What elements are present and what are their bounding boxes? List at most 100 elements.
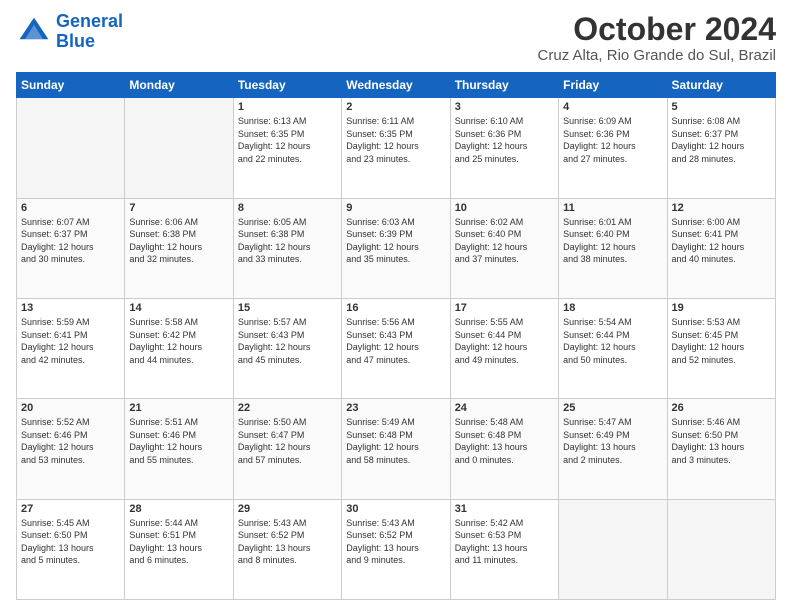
day-number: 4 (563, 101, 662, 113)
calendar-cell: 4 Sunrise: 6:09 AM Sunset: 6:36 PM Daylig… (559, 98, 667, 198)
calendar-cell: 12 Sunrise: 6:00 AM Sunset: 6:41 PM Dayli… (667, 198, 775, 298)
day-info: Sunrise: 6:06 AM Sunset: 6:38 PM Dayligh… (129, 216, 228, 266)
day-number: 16 (346, 302, 445, 314)
calendar-cell: 13 Sunrise: 5:59 AM Sunset: 6:41 PM Dayli… (17, 298, 125, 398)
logo: General Blue (16, 12, 123, 52)
calendar-cell: 27 Sunrise: 5:45 AM Sunset: 6:50 PM Dayli… (17, 499, 125, 599)
calendar-subtitle: Cruz Alta, Rio Grande do Sul, Brazil (538, 47, 776, 64)
calendar-cell: 19 Sunrise: 5:53 AM Sunset: 6:45 PM Dayli… (667, 298, 775, 398)
day-number: 9 (346, 202, 445, 214)
day-header-sunday: Sunday (17, 73, 125, 98)
day-info: Sunrise: 5:44 AM Sunset: 6:51 PM Dayligh… (129, 517, 228, 567)
day-info: Sunrise: 5:57 AM Sunset: 6:43 PM Dayligh… (238, 316, 337, 366)
logo-line2: Blue (56, 31, 95, 51)
calendar-cell: 28Sunrise: 5:44 AM Sunset: 6:51 PM Dayli… (125, 499, 233, 599)
day-info: Sunrise: 5:56 AM Sunset: 6:43 PM Dayligh… (346, 316, 445, 366)
day-info: Sunrise: 5:49 AM Sunset: 6:48 PM Dayligh… (346, 416, 445, 466)
day-info: Sunrise: 5:43 AM Sunset: 6:52 PM Dayligh… (346, 517, 445, 567)
day-number: 10 (455, 202, 554, 214)
day-info: Sunrise: 5:50 AM Sunset: 6:47 PM Dayligh… (238, 416, 337, 466)
calendar-cell: 15 Sunrise: 5:57 AM Sunset: 6:43 PM Dayli… (233, 298, 341, 398)
day-info: Sunrise: 6:11 AM Sunset: 6:35 PM Dayligh… (346, 115, 445, 165)
day-number: 20 (21, 402, 120, 414)
calendar-cell: 30 Sunrise: 5:43 AM Sunset: 6:52 PM Dayli… (342, 499, 450, 599)
title-block: October 2024 Cruz Alta, Rio Grande do Su… (538, 12, 776, 64)
calendar-cell: 20 Sunrise: 5:52 AM Sunset: 6:46 PM Dayli… (17, 399, 125, 499)
day-number: 17 (455, 302, 554, 314)
calendar-body: 1Sunrise: 6:13 AM Sunset: 6:35 PM Daylig… (17, 98, 776, 600)
calendar-title: October 2024 (538, 12, 776, 47)
day-number: 18 (563, 302, 662, 314)
calendar-cell: 11 Sunrise: 6:01 AM Sunset: 6:40 PM Dayli… (559, 198, 667, 298)
day-info: Sunrise: 6:05 AM Sunset: 6:38 PM Dayligh… (238, 216, 337, 266)
day-info: Sunrise: 6:00 AM Sunset: 6:41 PM Dayligh… (672, 216, 771, 266)
day-number: 2 (346, 101, 445, 113)
calendar-table: SundayMondayTuesdayWednesdayThursdayFrid… (16, 72, 776, 600)
day-info: Sunrise: 5:58 AM Sunset: 6:42 PM Dayligh… (129, 316, 228, 366)
day-number: 11 (563, 202, 662, 214)
calendar-cell: 17 Sunrise: 5:55 AM Sunset: 6:44 PM Dayli… (450, 298, 558, 398)
calendar-cell: 1Sunrise: 6:13 AM Sunset: 6:35 PM Daylig… (233, 98, 341, 198)
day-header-friday: Friday (559, 73, 667, 98)
calendar-cell: 31Sunrise: 5:42 AM Sunset: 6:53 PM Dayli… (450, 499, 558, 599)
calendar-cell (125, 98, 233, 198)
calendar-cell: 10Sunrise: 6:02 AM Sunset: 6:40 PM Dayli… (450, 198, 558, 298)
calendar-header: SundayMondayTuesdayWednesdayThursdayFrid… (17, 73, 776, 98)
day-info: Sunrise: 5:55 AM Sunset: 6:44 PM Dayligh… (455, 316, 554, 366)
day-number: 31 (455, 503, 554, 515)
day-number: 23 (346, 402, 445, 414)
day-number: 1 (238, 101, 337, 113)
day-number: 3 (455, 101, 554, 113)
day-number: 7 (129, 202, 228, 214)
day-info: Sunrise: 5:54 AM Sunset: 6:44 PM Dayligh… (563, 316, 662, 366)
day-info: Sunrise: 5:52 AM Sunset: 6:46 PM Dayligh… (21, 416, 120, 466)
day-info: Sunrise: 5:45 AM Sunset: 6:50 PM Dayligh… (21, 517, 120, 567)
day-number: 12 (672, 202, 771, 214)
week-row-2: 13 Sunrise: 5:59 AM Sunset: 6:41 PM Dayli… (17, 298, 776, 398)
day-info: Sunrise: 5:59 AM Sunset: 6:41 PM Dayligh… (21, 316, 120, 366)
day-info: Sunrise: 5:47 AM Sunset: 6:49 PM Dayligh… (563, 416, 662, 466)
day-number: 22 (238, 402, 337, 414)
calendar-cell: 26Sunrise: 5:46 AM Sunset: 6:50 PM Dayli… (667, 399, 775, 499)
calendar-cell: 3 Sunrise: 6:10 AM Sunset: 6:36 PM Daylig… (450, 98, 558, 198)
calendar-cell: 25Sunrise: 5:47 AM Sunset: 6:49 PM Dayli… (559, 399, 667, 499)
day-number: 15 (238, 302, 337, 314)
day-header-saturday: Saturday (667, 73, 775, 98)
day-info: Sunrise: 6:10 AM Sunset: 6:36 PM Dayligh… (455, 115, 554, 165)
day-number: 27 (21, 503, 120, 515)
calendar-cell: 21Sunrise: 5:51 AM Sunset: 6:46 PM Dayli… (125, 399, 233, 499)
week-row-4: 27 Sunrise: 5:45 AM Sunset: 6:50 PM Dayli… (17, 499, 776, 599)
header: General Blue October 2024 Cruz Alta, Rio… (16, 12, 776, 64)
calendar-cell: 5 Sunrise: 6:08 AM Sunset: 6:37 PM Daylig… (667, 98, 775, 198)
day-info: Sunrise: 5:48 AM Sunset: 6:48 PM Dayligh… (455, 416, 554, 466)
day-info: Sunrise: 6:09 AM Sunset: 6:36 PM Dayligh… (563, 115, 662, 165)
calendar-cell (17, 98, 125, 198)
day-number: 13 (21, 302, 120, 314)
calendar-cell (559, 499, 667, 599)
logo-icon (16, 14, 52, 50)
calendar-cell: 24 Sunrise: 5:48 AM Sunset: 6:48 PM Dayli… (450, 399, 558, 499)
page: General Blue October 2024 Cruz Alta, Rio… (0, 0, 792, 612)
calendar-cell: 22 Sunrise: 5:50 AM Sunset: 6:47 PM Dayli… (233, 399, 341, 499)
day-info: Sunrise: 5:43 AM Sunset: 6:52 PM Dayligh… (238, 517, 337, 567)
calendar-cell: 6Sunrise: 6:07 AM Sunset: 6:37 PM Daylig… (17, 198, 125, 298)
calendar-cell: 23 Sunrise: 5:49 AM Sunset: 6:48 PM Dayli… (342, 399, 450, 499)
logo-text: General Blue (56, 12, 123, 52)
day-number: 19 (672, 302, 771, 314)
day-number: 21 (129, 402, 228, 414)
week-row-3: 20 Sunrise: 5:52 AM Sunset: 6:46 PM Dayli… (17, 399, 776, 499)
day-info: Sunrise: 6:01 AM Sunset: 6:40 PM Dayligh… (563, 216, 662, 266)
day-number: 5 (672, 101, 771, 113)
week-row-0: 1Sunrise: 6:13 AM Sunset: 6:35 PM Daylig… (17, 98, 776, 198)
day-number: 8 (238, 202, 337, 214)
day-info: Sunrise: 6:03 AM Sunset: 6:39 PM Dayligh… (346, 216, 445, 266)
day-number: 24 (455, 402, 554, 414)
day-number: 30 (346, 503, 445, 515)
day-info: Sunrise: 6:08 AM Sunset: 6:37 PM Dayligh… (672, 115, 771, 165)
day-number: 26 (672, 402, 771, 414)
day-info: Sunrise: 5:53 AM Sunset: 6:45 PM Dayligh… (672, 316, 771, 366)
calendar-cell: 2 Sunrise: 6:11 AM Sunset: 6:35 PM Daylig… (342, 98, 450, 198)
calendar-cell: 9 Sunrise: 6:03 AM Sunset: 6:39 PM Daylig… (342, 198, 450, 298)
calendar-cell (667, 499, 775, 599)
calendar-cell: 8 Sunrise: 6:05 AM Sunset: 6:38 PM Daylig… (233, 198, 341, 298)
